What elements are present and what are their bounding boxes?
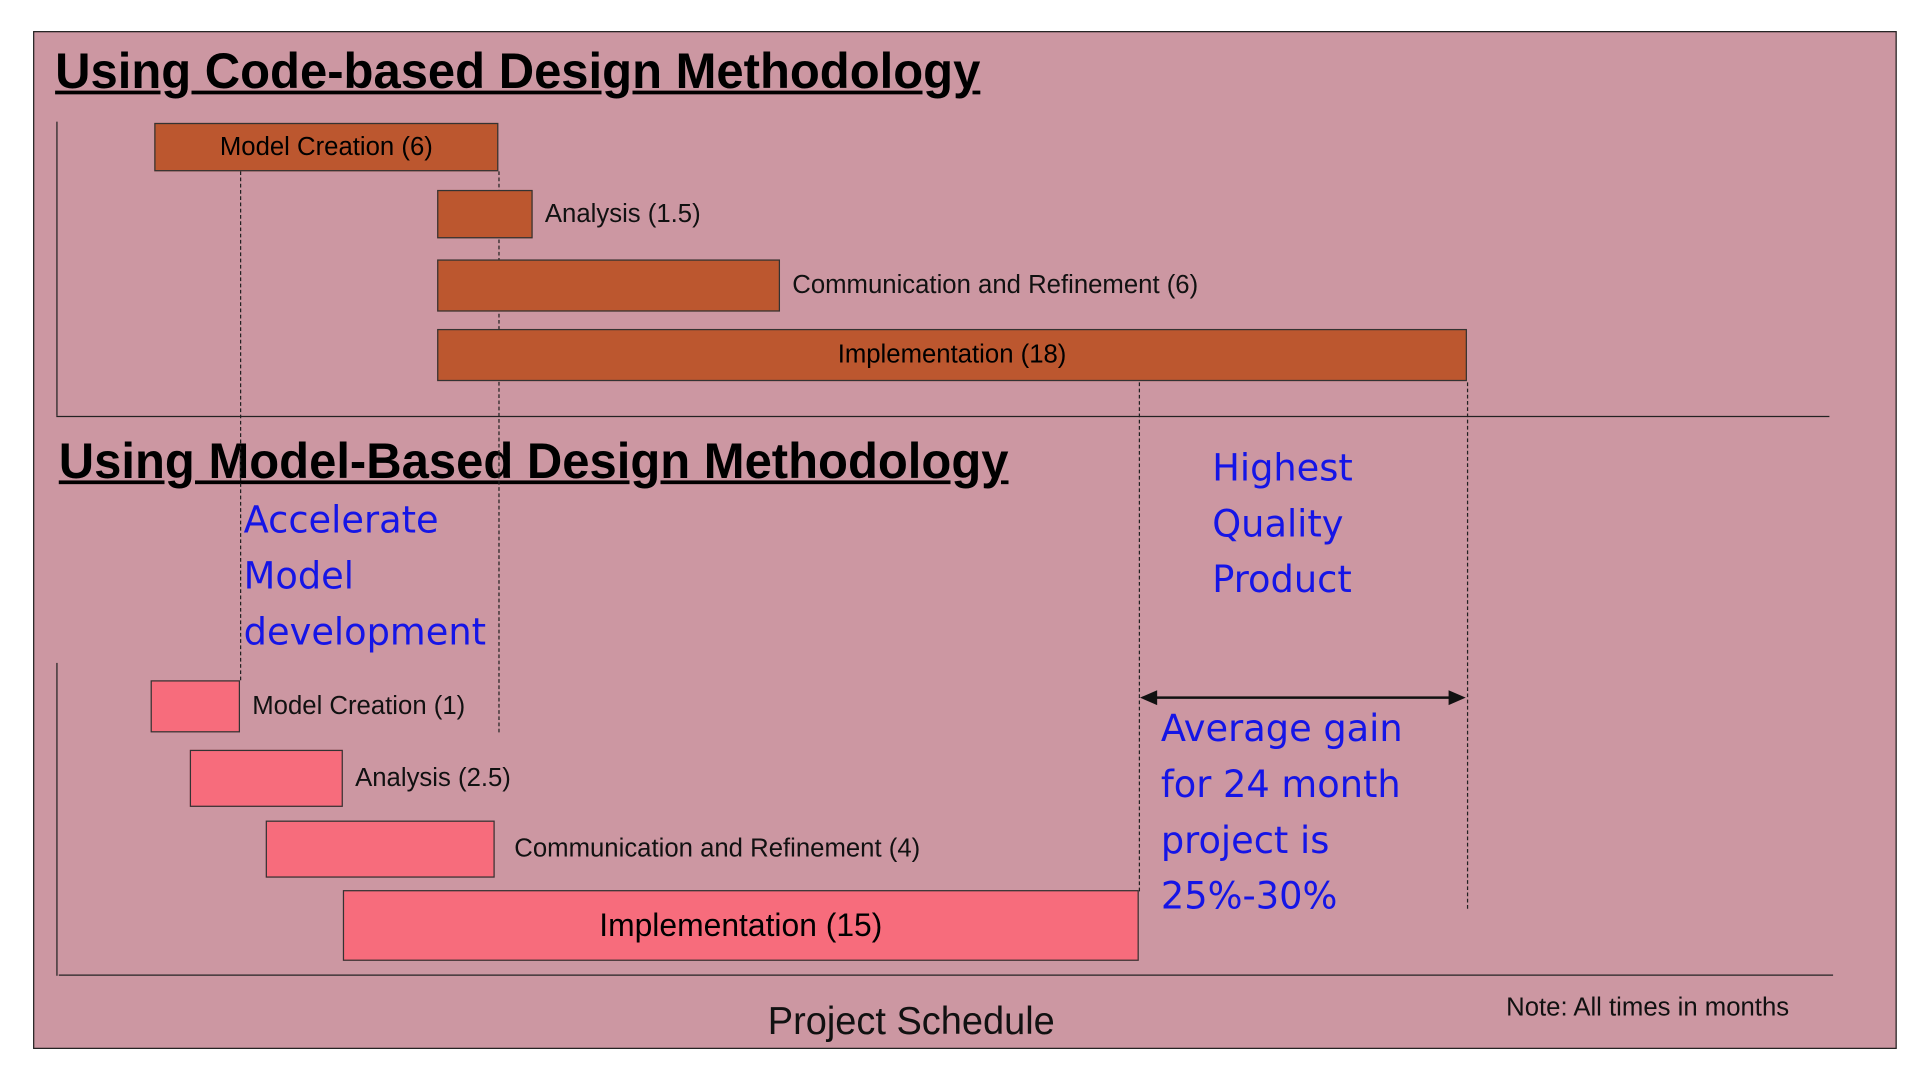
annotation-line: Quality [1212, 502, 1344, 547]
annotation-line: Average gain [1160, 707, 1403, 752]
accelerate-annotation: Accelerate Model development [244, 493, 486, 661]
annotation-line: Highest [1212, 446, 1353, 491]
annotation-line: Model [243, 554, 354, 599]
arrow-head-right-icon [1448, 690, 1466, 706]
annotation-line: Accelerate [243, 499, 439, 543]
annotation-line: 25%-30% [1160, 875, 1338, 919]
gain-annotation: Average gain for 24 month project is 25%… [1161, 701, 1403, 924]
annotation-line: development [243, 610, 487, 655]
x-axis-label: Project Schedule [767, 999, 1055, 1043]
gantt-chart: Using Code-based Design Methodology Usin… [0, 0, 1920, 1080]
annotation-line: for 24 month [1160, 763, 1401, 807]
annotation-line: Product [1212, 558, 1352, 603]
note-text: Note: All times in months [1506, 993, 1790, 1022]
quality-annotation: Highest Quality Product [1212, 441, 1353, 609]
annotation-line: project is [1160, 819, 1330, 863]
arrow-head-left-icon [1140, 690, 1158, 706]
